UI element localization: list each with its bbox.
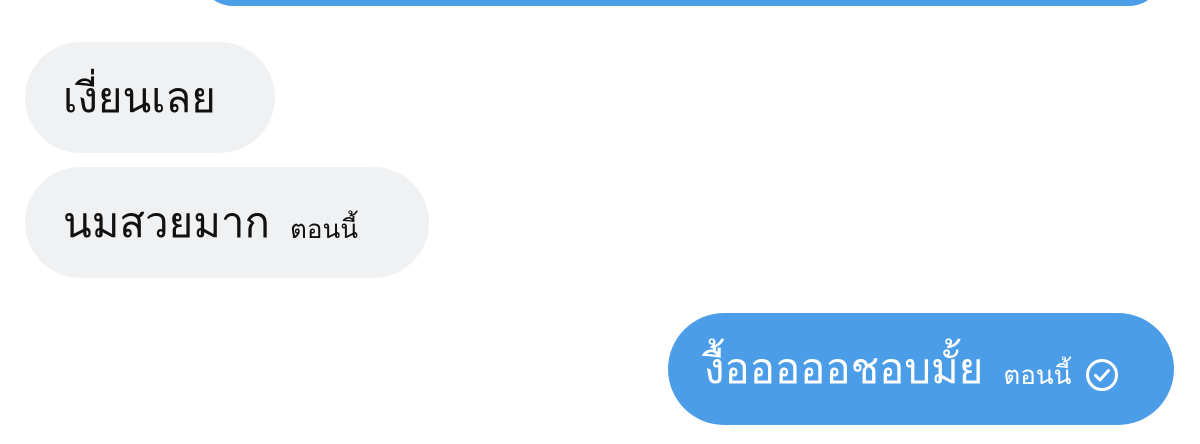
message-timestamp: ตอนนี้ <box>289 214 358 245</box>
previous-outgoing-message-bubble[interactable] <box>200 0 1162 6</box>
chat-thread: เงี่ยนเลย นมสวยมาก ตอนนี้ งื้อออออชอบมั้… <box>0 0 1200 444</box>
incoming-message-bubble[interactable]: เงี่ยนเลย <box>25 42 275 153</box>
incoming-message-bubble[interactable]: นมสวยมาก ตอนนี้ <box>25 167 429 278</box>
message-text: งื้อออออชอบมั้ย <box>704 344 984 393</box>
outgoing-message-bubble[interactable]: งื้อออออชอบมั้ย ตอนนี้ <box>668 313 1174 425</box>
check-circle-icon <box>1085 346 1119 392</box>
message-text: นมสวยมาก <box>63 197 270 247</box>
message-timestamp: ตอนนี้ <box>1003 361 1072 391</box>
message-text: เงี่ยนเลย <box>63 72 216 122</box>
